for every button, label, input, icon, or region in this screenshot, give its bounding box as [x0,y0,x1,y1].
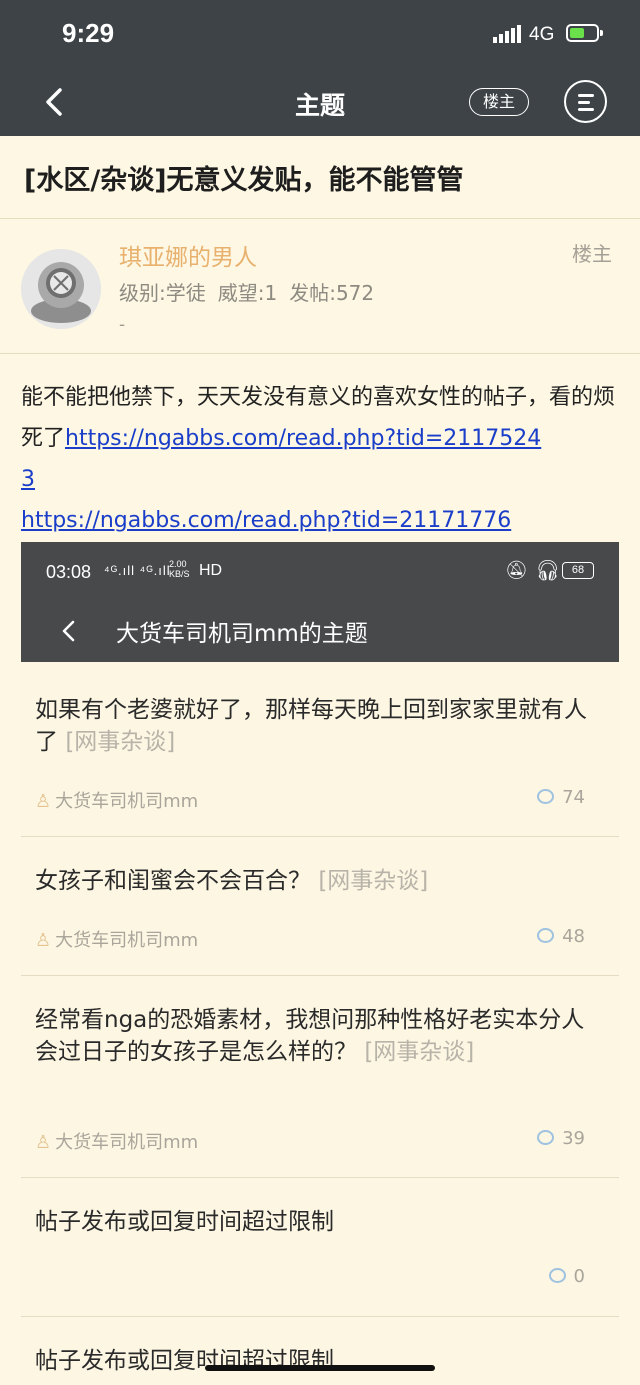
user-signature: - [119,315,126,335]
item-reply-count: 39 [537,1128,585,1149]
mute-bell-icon: 🔕︎ [505,560,528,581]
item-reply-count: 0 [548,1266,585,1287]
page-title: 主题 [294,91,345,120]
comment-icon [537,1129,555,1145]
item-author: ♙ 大货车司机司mm [35,930,199,951]
comment-icon [548,1267,566,1283]
status-bar: 9:29 4G [0,0,640,68]
navbar: 主题 楼主 [0,68,640,136]
item-title: 经常看nga的恐婚素材，我想问那种性格好老实本分人会过日子的女孩子是怎么样的？ [35,1007,585,1065]
embedded-screenshot[interactable]: 03:08 ⁴ᴳ.ıll ⁴ᴳ.ıll 2.00 KB/S HD 🔕︎ 🎧︎ 6… [21,542,619,1385]
item-reply-count: 74 [537,787,585,808]
embedded-back-icon [62,620,75,642]
home-indicator[interactable] [205,1365,435,1371]
user-level: 级别:学徒 [119,281,206,305]
item-title: 女孩子和闺蜜会不会百合？ [35,868,311,894]
headphones-icon: 🎧︎ [535,558,561,582]
topic-title: [水区/杂谈]无意义发贴，能不能管管 [24,165,464,196]
post-body: 能不能把他禁下，天天发没有意义的喜欢女性的帖子，看的烦死了https://nga… [21,377,621,541]
item-author: ♙ 大货车司机司mm [35,1132,199,1153]
item-category: [网事杂谈] [318,868,429,894]
embedded-hd: HD [199,562,223,579]
user-prestige: 威望:1 [217,281,278,305]
signal-icon [493,24,523,43]
user-icon: ♙ [35,930,52,951]
item-reply-count: 48 [537,926,585,947]
embedded-title: 大货车司机司mm的主题 [116,621,368,647]
comment-icon [537,927,555,943]
embedded-signal: ⁴ᴳ.ıll ⁴ᴳ.ıll [104,563,171,578]
avatar[interactable] [21,249,101,329]
post-link-1[interactable]: https://ngabbs.com/read.php?tid=2117524 3 [21,426,541,492]
menu-icon[interactable] [564,80,607,123]
item-category: [网事杂谈] [65,729,176,755]
embedded-speed: 2.00 KB/S [169,559,190,579]
network-type: 4G [529,24,555,45]
user-post-count: 发帖:572 [289,281,375,305]
user-meta: 级别:学徒 威望:1 发帖:572 [119,277,386,306]
embedded-status-bar: 03:08 ⁴ᴳ.ıll ⁴ᴳ.ıll 2.00 KB/S HD 🔕︎ 🎧︎ 6… [21,542,619,600]
floor-owner-tag: 楼主 [572,242,612,266]
user-icon: ♙ [35,791,52,812]
embedded-navbar: 大货车司机司mm的主题 [21,600,619,662]
embedded-battery: 68 [562,562,594,579]
item-category: [网事杂谈] [364,1039,475,1065]
diving-helmet-icon [21,249,101,329]
divider [0,218,640,219]
comment-icon [537,788,555,804]
item-title: 帖子发布或回复时间超过限制 [35,1209,334,1235]
only-owner-button[interactable]: 楼主 [469,88,529,116]
status-time: 9:29 [62,18,115,48]
battery-icon [566,24,603,42]
divider [0,353,640,354]
embedded-time: 03:08 [46,562,92,582]
username[interactable]: 琪亚娜的男人 [119,238,257,272]
user-icon: ♙ [35,1132,52,1153]
item-author: ♙ 大货车司机司mm [35,791,199,812]
post-link-2[interactable]: https://ngabbs.com/read.php?tid=21171776 [21,508,511,533]
